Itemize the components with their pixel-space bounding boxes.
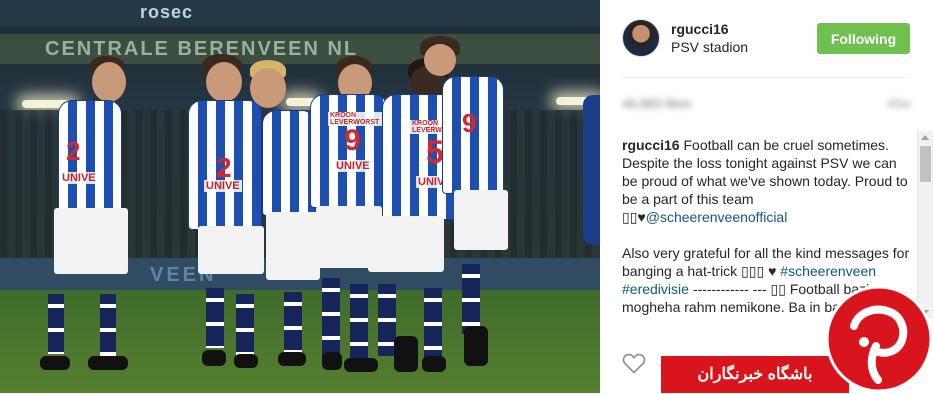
player-shorts — [454, 190, 508, 250]
player-sock — [322, 278, 340, 358]
post-author-username[interactable]: rgucci16 — [671, 21, 729, 37]
caption-text: ------------ — [688, 281, 749, 297]
post-photo: rosec CENTRALE BERENVEEN NL VEEN 2 UNIVE… — [0, 0, 600, 393]
caption-paragraph: rgucci16 Football can be cruel sometimes… — [622, 136, 914, 226]
yjc-logo-icon — [825, 285, 933, 393]
player-sock — [462, 264, 480, 334]
player-boot — [322, 352, 342, 370]
player-head — [424, 44, 456, 76]
player-shorts — [54, 208, 128, 274]
likes-count: 46,883 likes — [622, 96, 692, 111]
player-sock — [100, 294, 116, 356]
avatar[interactable] — [622, 19, 660, 57]
scrollbar-thumb[interactable] — [920, 146, 931, 182]
shirt-sponsor: UNIVE — [60, 172, 98, 184]
heart-outline-icon[interactable] — [622, 352, 646, 374]
player-boot — [40, 356, 70, 370]
player-boot — [202, 350, 226, 366]
post-timestamp: 45w — [887, 96, 911, 111]
header-divider — [622, 77, 910, 78]
player-boot — [394, 336, 418, 372]
caption-hashtag[interactable]: #eredivisie — [622, 281, 689, 297]
player-head — [206, 62, 242, 102]
caption-emoji: ▯▯♥ — [622, 209, 646, 225]
shirt-number: 2 — [66, 136, 81, 166]
player-boot — [88, 356, 128, 370]
shirt-number: 9 — [462, 108, 477, 138]
stadium-board-text: rosec — [140, 2, 194, 22]
shirt-sponsor: UNIVE — [204, 180, 242, 192]
shirt-number: 9 — [344, 124, 361, 157]
scroll-up-arrow-icon[interactable] — [921, 135, 929, 140]
caption-hashtag[interactable]: #scheerenveen — [780, 263, 876, 279]
player-sock — [206, 288, 224, 348]
caption-emoji: ▯▯▯ ♥ — [741, 263, 777, 279]
stadium-board — [0, 0, 600, 26]
player: 9 — [420, 36, 516, 376]
player-boot — [464, 326, 488, 366]
caption-mention[interactable]: @scheerenveenofficial — [646, 209, 788, 225]
player: 2 UNIVE — [40, 56, 150, 376]
caption-author[interactable]: rgucci16 — [622, 137, 680, 153]
post-location[interactable]: PSV stadion — [671, 39, 748, 55]
watermark-text: باشگاه خبرنگاران — [697, 366, 813, 383]
following-button[interactable]: Following — [817, 23, 910, 54]
player-sock — [48, 294, 64, 354]
player-head — [92, 62, 126, 102]
player-head — [250, 68, 286, 108]
